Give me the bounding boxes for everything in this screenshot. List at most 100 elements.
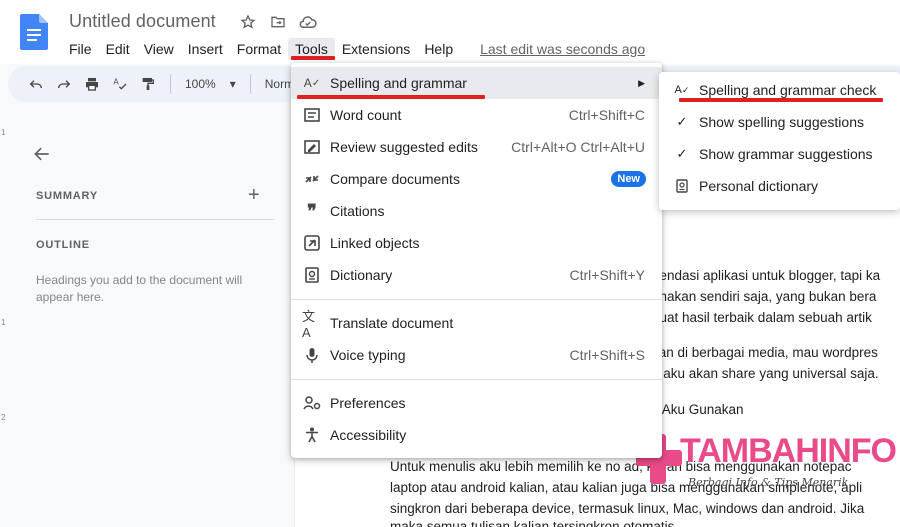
menu-item-word-count[interactable]: Word count Ctrl+Shift+C [291, 99, 662, 131]
document-text-line: kan di berbagai media, mau wordpres [652, 345, 878, 360]
submenu-item-label: Personal dictionary [699, 178, 819, 194]
linked-objects-icon [302, 233, 322, 253]
title-actions [238, 12, 318, 32]
menu-item-label: Word count [330, 107, 402, 123]
svg-text:A: A [113, 78, 119, 87]
document-text-line: nendasi aplikasi untuk blogger, tapi ka [652, 268, 881, 283]
menu-item-voice-typing[interactable]: Voice typing Ctrl+Shift+S [291, 339, 662, 371]
add-summary-icon[interactable]: + [248, 184, 260, 207]
zoom-select[interactable]: 100% ▾ [179, 77, 242, 91]
tools-annotation-underline [291, 56, 335, 60]
move-folder-icon[interactable] [268, 12, 288, 32]
undo-icon[interactable] [22, 70, 50, 98]
ruler-tick: 1 [1, 318, 6, 327]
app-header: Untitled document File Edit View Insert … [0, 0, 900, 64]
paint-format-icon[interactable] [134, 70, 162, 98]
redo-icon[interactable] [50, 70, 78, 98]
ruler-tick: 1 [1, 128, 6, 137]
menu-item-compare-documents[interactable]: Compare documents New [291, 163, 662, 195]
menu-item-label: Compare documents [330, 171, 460, 187]
submenu-item-label: Spelling and grammar check [699, 82, 877, 98]
menu-insert[interactable]: Insert [181, 38, 230, 60]
print-icon[interactable] [78, 70, 106, 98]
menu-item-label: Spelling and grammar [330, 75, 467, 91]
menu-item-label: Dictionary [330, 267, 393, 283]
translate-icon: 文A [302, 309, 316, 340]
review-edits-icon [302, 137, 322, 157]
document-text-line: k Aku Gunakan [652, 402, 744, 417]
menu-item-shortcut: Ctrl+Shift+C [568, 107, 645, 123]
star-icon[interactable] [238, 12, 258, 32]
word-count-icon [302, 105, 322, 125]
menu-item-linked-objects[interactable]: Linked objects [291, 227, 662, 259]
menu-item-shortcut: Ctrl+Shift+Y [569, 267, 645, 283]
accessibility-icon [302, 425, 322, 445]
menu-format[interactable]: Format [230, 38, 288, 60]
preferences-icon [302, 393, 322, 413]
watermark-brand: TAMBAHINFO [680, 432, 897, 470]
last-edit-link[interactable]: Last edit was seconds ago [460, 38, 652, 60]
toolbar-divider [170, 74, 171, 94]
zoom-value: 100% [185, 77, 216, 91]
menu-item-shortcut: Ctrl+Shift+S [569, 347, 645, 363]
cloud-status-icon[interactable] [298, 12, 318, 32]
new-badge: New [611, 171, 646, 187]
menu-separator [291, 299, 662, 300]
dictionary-icon [302, 265, 322, 285]
submenu-item-show-grammar[interactable]: ✓ Show grammar suggestions [659, 138, 900, 170]
compare-icon [302, 169, 322, 189]
spellcheck-toolbar-icon[interactable]: A [106, 70, 134, 98]
document-title[interactable]: Untitled document [69, 11, 216, 32]
watermark-tagline: Berbagi Info & Tips Menarik [688, 476, 849, 489]
microphone-icon [302, 345, 322, 365]
submenu-item-show-spelling[interactable]: ✓ Show spelling suggestions [659, 106, 900, 138]
submenu-item-label: Show grammar suggestions [699, 146, 873, 162]
menu-item-label: Voice typing [330, 347, 406, 363]
menu-item-dictionary[interactable]: Dictionary Ctrl+Shift+Y [291, 259, 662, 291]
vertical-ruler: 1 1 2 [0, 118, 12, 527]
document-text-line: maka semua tulisan kalian tersingkron ot… [390, 519, 679, 527]
tambahinfo-watermark: TAMBAHINFO Berbagi Info & Tips Menarik [636, 432, 900, 492]
menu-help[interactable]: Help [417, 38, 460, 60]
document-text-line: a aku akan share yang universal saja. [652, 366, 879, 381]
menu-item-citations[interactable]: ❞ Citations [291, 195, 662, 227]
menu-item-preferences[interactable]: Preferences [291, 387, 662, 419]
menu-item-translate-document[interactable]: 文A Translate document [291, 307, 662, 340]
menu-bar: File Edit View Insert Format Tools Exten… [62, 38, 652, 60]
outline-help-text: Headings you add to the document will ap… [36, 273, 243, 304]
submenu-item-personal-dictionary[interactable]: Personal dictionary [659, 170, 900, 202]
menu-item-review-edits[interactable]: Review suggested edits Ctrl+Alt+O Ctrl+A… [291, 131, 662, 163]
menu-extensions[interactable]: Extensions [335, 38, 417, 60]
outline-heading: OUTLINE [36, 239, 90, 251]
menu-item-label: Preferences [330, 395, 406, 411]
document-text-line: buat hasil terbaik dalam sebuah artik [652, 310, 872, 325]
submenu-item-label: Show spelling suggestions [699, 114, 864, 130]
menu-item-shortcut: Ctrl+Alt+O Ctrl+Alt+U [511, 139, 645, 155]
menu-item-label: Citations [330, 203, 385, 219]
document-text-line: unakan sendiri saja, yang bukan bera [652, 289, 877, 304]
menu-item-label: Linked objects [330, 235, 420, 251]
spellcheck-icon: A ✓ [303, 76, 321, 90]
menu-file[interactable]: File [62, 38, 99, 60]
outline-divider [36, 219, 274, 220]
menu-edit[interactable]: Edit [99, 38, 137, 60]
tools-menu: A ✓ Spelling and grammar ▶ Word count Ctr… [291, 63, 662, 458]
menu-item-label: Translate document [330, 315, 454, 331]
menu-separator [291, 379, 662, 380]
ruler-tick: 2 [1, 413, 6, 422]
menu-item-accessibility[interactable]: Accessibility [291, 419, 662, 451]
quote-icon: ❞ [307, 200, 317, 221]
chevron-down-icon: ▾ [229, 77, 236, 91]
spelling-check-annotation-underline [679, 98, 883, 102]
submenu-arrow-icon: ▶ [638, 77, 645, 88]
menu-item-label: Accessibility [330, 427, 407, 443]
spelling-grammar-submenu: A ✓ Spelling and grammar check ✓ Show spe… [659, 72, 900, 210]
spellcheck-icon: A ✓ [674, 84, 690, 96]
back-arrow-icon[interactable] [32, 144, 52, 164]
checkmark-icon: ✓ [676, 114, 688, 129]
checkmark-icon: ✓ [676, 146, 688, 161]
google-docs-logo-icon[interactable] [20, 14, 48, 50]
personal-dictionary-icon [673, 177, 691, 195]
menu-view[interactable]: View [137, 38, 181, 60]
menu-item-label: Review suggested edits [330, 139, 478, 155]
